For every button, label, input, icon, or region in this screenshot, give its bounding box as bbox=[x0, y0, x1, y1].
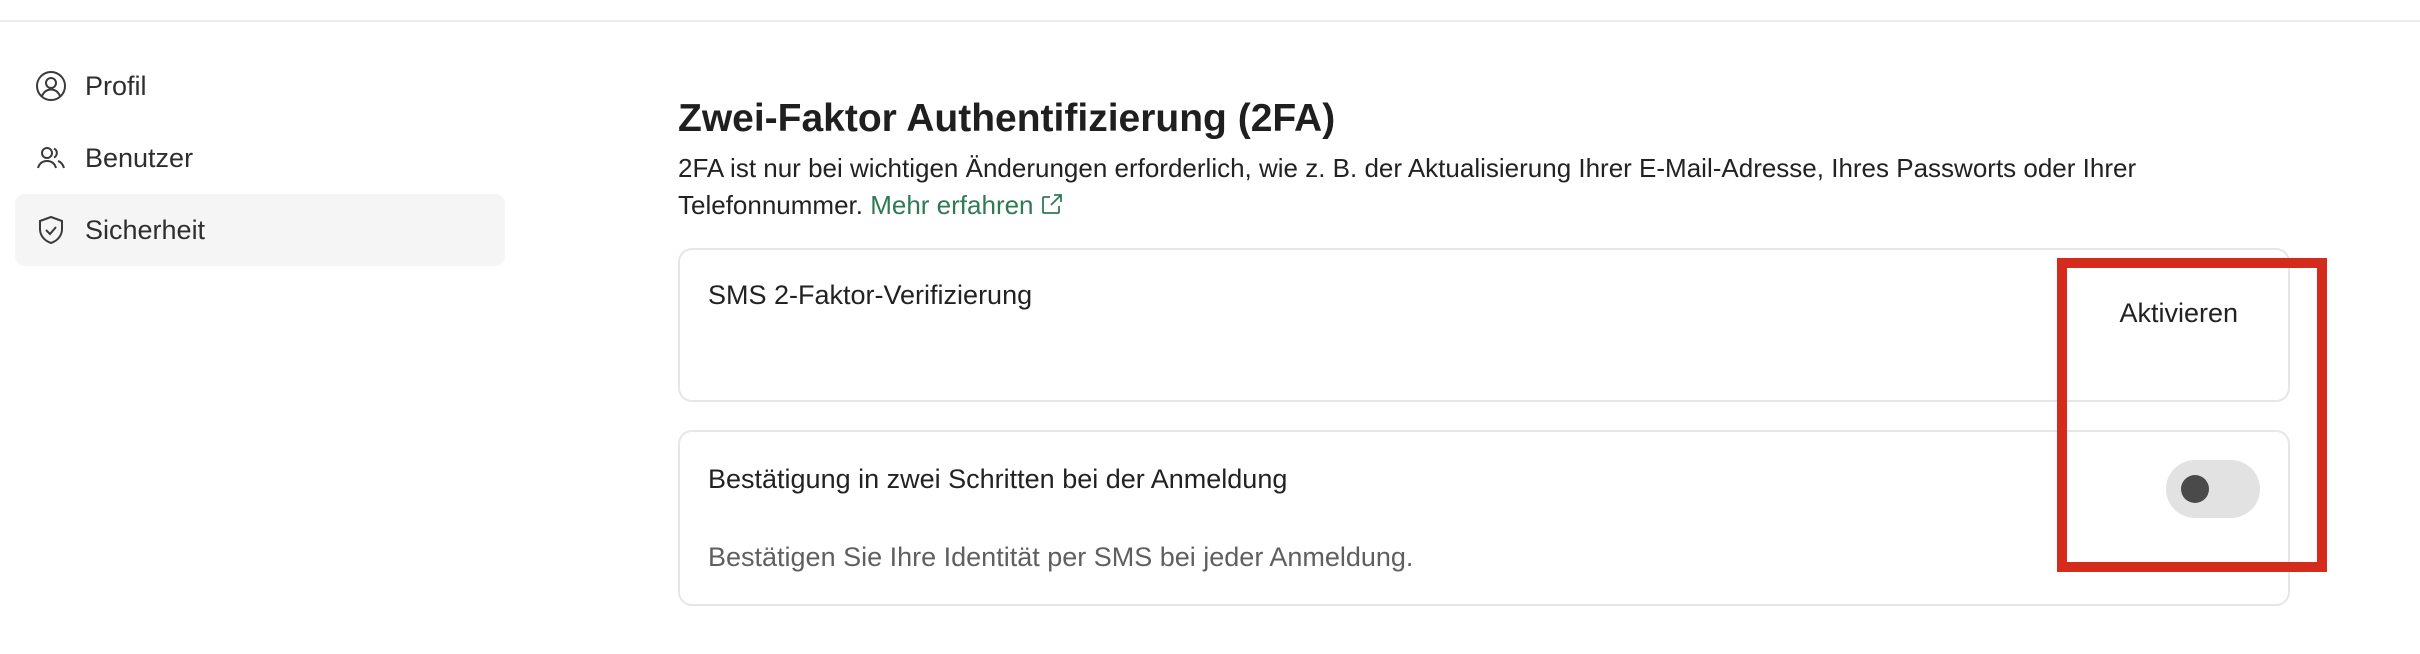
card-description: Bestätigen Sie Ihre Identität per SMS be… bbox=[708, 542, 1414, 572]
toggle-knob bbox=[2181, 475, 2209, 503]
sms-2fa-card: SMS 2-Faktor-Verifizierung Aktivieren bbox=[678, 248, 2290, 402]
card-title: SMS 2-Faktor-Verifizierung bbox=[708, 280, 1033, 310]
activate-button[interactable]: Aktivieren bbox=[2119, 298, 2238, 329]
sidebar-item-label: Sicherheit bbox=[85, 214, 206, 245]
two-step-login-card: Bestätigung in zwei Schritten bei der An… bbox=[678, 430, 2290, 606]
two-step-toggle[interactable] bbox=[2166, 460, 2260, 518]
users-icon bbox=[35, 142, 67, 174]
twofa-section: Zwei-Faktor Authentifizierung (2FA) 2FA … bbox=[678, 88, 2290, 226]
sidebar-item-benutzer[interactable]: Benutzer bbox=[15, 122, 505, 194]
sidebar-item-label: Profil bbox=[85, 70, 147, 101]
external-link-icon bbox=[1040, 189, 1064, 226]
sidebar-item-profil[interactable]: Profil bbox=[15, 50, 505, 122]
sidebar-item-label: Benutzer bbox=[85, 142, 194, 173]
card-title: Bestätigung in zwei Schritten bei der An… bbox=[708, 464, 1288, 494]
section-description: 2FA ist nur bei wichtigen Änderungen erf… bbox=[678, 150, 2290, 226]
shield-check-icon bbox=[35, 214, 67, 246]
settings-sidebar: Profil Benutzer Sicherheit bbox=[15, 50, 505, 266]
sidebar-item-sicherheit[interactable]: Sicherheit bbox=[15, 194, 505, 266]
top-divider bbox=[0, 20, 2420, 22]
learn-more-link[interactable]: Mehr erfahren bbox=[870, 190, 1063, 220]
user-circle-icon bbox=[35, 70, 67, 102]
page-title: Zwei-Faktor Authentifizierung (2FA) bbox=[678, 97, 1336, 140]
learn-more-label: Mehr erfahren bbox=[870, 190, 1034, 220]
